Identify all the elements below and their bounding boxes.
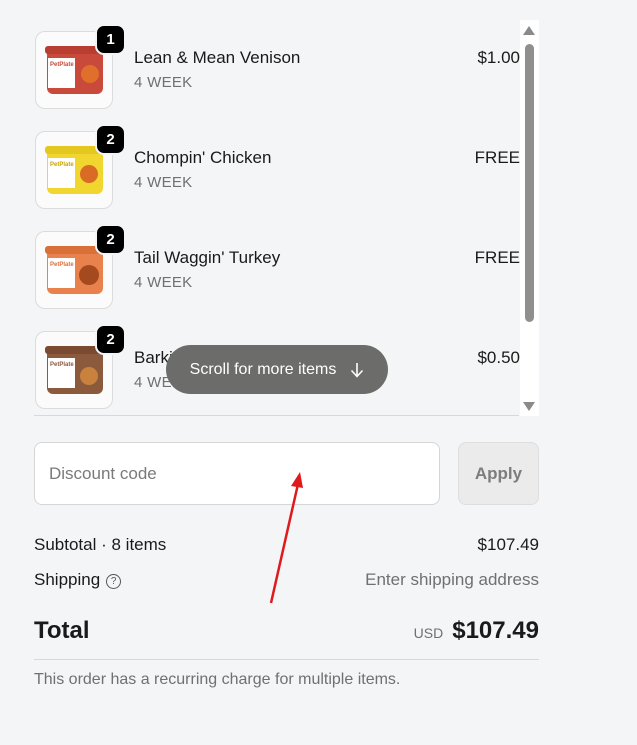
- divider: [34, 659, 539, 660]
- line-item: PetPlate 1 Lean & Mean Venison 4 WEEK $1…: [34, 20, 520, 120]
- item-price: $0.50: [477, 348, 520, 367]
- shipping-value: Enter shipping address: [365, 570, 539, 589]
- line-item: PetPlate 2 Tail Waggin' Turkey 4 WEEK FR…: [34, 220, 520, 320]
- svg-text:PetPlate: PetPlate: [50, 62, 74, 68]
- subtotal-value: $107.49: [477, 535, 539, 554]
- item-name: Tail Waggin' Turkey: [134, 248, 281, 267]
- currency-code: USD: [413, 625, 444, 641]
- scroll-for-more-button[interactable]: Scroll for more items: [166, 345, 388, 394]
- quantity-badge: 2: [95, 324, 126, 355]
- item-plan: 4 WEEK: [134, 74, 193, 91]
- item-name: Lean & Mean Venison: [134, 48, 301, 67]
- total-label: Total: [34, 617, 90, 644]
- total-amount: USD $107.49: [414, 617, 539, 645]
- line-item: PetPlate 2 Chompin' Chicken 4 WEEK FREE: [34, 120, 520, 220]
- item-plan: 4 WEEK: [134, 174, 193, 191]
- quantity-badge: 2: [95, 124, 126, 155]
- list-divider: [34, 415, 519, 416]
- quantity-badge: 1: [95, 24, 126, 55]
- scroll-up-arrow-icon[interactable]: [523, 26, 535, 35]
- item-plan: 4 WEEK: [134, 274, 193, 291]
- svg-text:PetPlate: PetPlate: [50, 162, 74, 168]
- scroll-hint-label: Scroll for more items: [189, 360, 337, 378]
- apply-discount-button[interactable]: Apply: [458, 442, 539, 505]
- scroll-down-arrow-icon[interactable]: [523, 402, 535, 411]
- item-price: $1.00: [477, 48, 520, 67]
- recurring-charge-note: This order has a recurring charge for mu…: [34, 671, 401, 688]
- item-price: FREE: [474, 248, 520, 267]
- svg-text:PetPlate: PetPlate: [50, 362, 74, 368]
- svg-text:PetPlate: PetPlate: [50, 262, 74, 268]
- quantity-badge: 2: [95, 224, 126, 255]
- shipping-row: Shipping?: [34, 570, 122, 590]
- subtotal-label: Subtotal · 8 items: [34, 535, 167, 554]
- shipping-label: Shipping: [34, 570, 101, 589]
- question-circle-icon[interactable]: ?: [106, 574, 122, 589]
- scrollbar-thumb[interactable]: [525, 44, 534, 322]
- discount-code-input[interactable]: [34, 442, 440, 505]
- item-price: FREE: [474, 148, 520, 167]
- arrow-down-icon: [351, 362, 364, 378]
- total-value: $107.49: [452, 617, 539, 644]
- item-name: Chompin' Chicken: [134, 148, 272, 167]
